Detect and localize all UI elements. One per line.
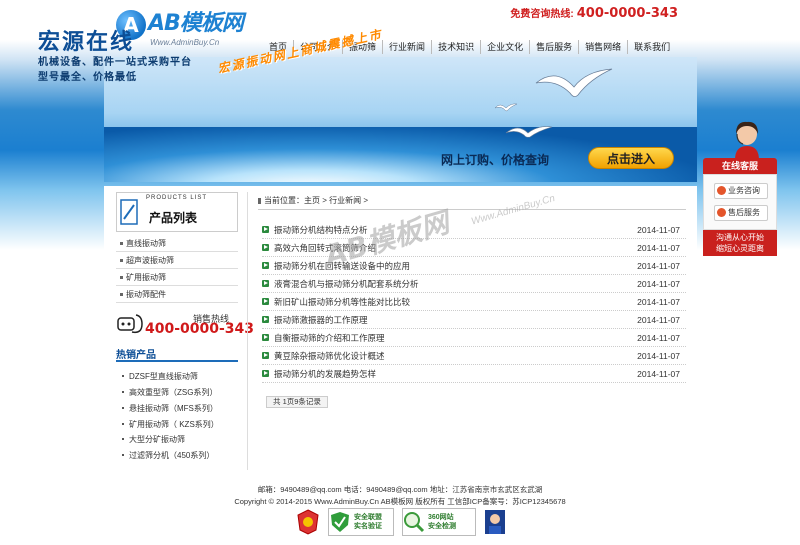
banner-enter-button[interactable]: 点击进入 <box>588 147 674 169</box>
banner-title: 宏源在线 <box>38 30 135 55</box>
hot-item[interactable]: 矿用振动筛（ KZS系列） <box>122 419 219 430</box>
article-date: 2014-11-07 <box>637 351 680 361</box>
arrow-bullet-icon <box>262 298 269 305</box>
products-list-en: PRODUCTS LIST <box>144 195 210 201</box>
list-item[interactable]: 新旧矿山振动筛分机等性能对比比较 2014-11-07 <box>262 293 686 311</box>
seagull-tiny-icon <box>494 103 518 112</box>
logo-text: AB模板网 <box>148 11 244 36</box>
article-date: 2014-11-07 <box>637 333 680 343</box>
products-list-title: 产品列表 <box>149 211 198 225</box>
sidebar-item-linear-screen[interactable]: 直线振动筛 <box>116 235 238 252</box>
article-date: 2014-11-07 <box>637 315 680 325</box>
article-date: 2014-11-07 <box>637 225 680 235</box>
hot-item[interactable]: 高效重型筛（ZSG系列） <box>122 387 217 398</box>
police-officer-icon[interactable] <box>482 508 508 536</box>
article-date: 2014-11-07 <box>637 297 680 307</box>
nav-tech[interactable]: 技术知识 <box>432 40 482 54</box>
sidebar-item-mining-screen[interactable]: 矿用振动筛 <box>116 269 238 286</box>
police-emblem-icon[interactable] <box>294 508 322 536</box>
service-consult-label: 业务咨询 <box>728 186 760 195</box>
nav-culture[interactable]: 企业文化 <box>481 40 531 54</box>
360-security-badge[interactable]: 360网站 安全检测 <box>402 508 476 536</box>
article-title[interactable]: 新旧矿山振动筛分机等性能对比比较 <box>274 293 410 311</box>
nav-sales-network[interactable]: 销售网络 <box>579 40 629 54</box>
arrow-bullet-icon <box>262 262 269 269</box>
360-badge-line1: 360网站 <box>428 514 454 521</box>
hot-item[interactable]: DZSF型直线振动筛 <box>122 371 198 382</box>
article-date: 2014-11-07 <box>637 261 680 271</box>
logo-domain: Www.AdminBuy.Cn <box>150 38 220 47</box>
hot-item[interactable]: 悬挂振动筛（MFS系列） <box>122 403 218 414</box>
products-list-icon <box>120 199 138 225</box>
safety-badge-line1: 安全联盟 <box>354 514 382 521</box>
list-item[interactable]: 振动筛激振器的工作原理 2014-11-07 <box>262 311 686 329</box>
nav-industry-news[interactable]: 行业新闻 <box>383 40 433 54</box>
service-footer-line2: 缩短心灵距离 <box>716 244 764 253</box>
service-footer-line1: 沟通从心开始 <box>716 233 764 242</box>
list-item[interactable]: 液膏混合机与振动筛分机配套系统分析 2014-11-07 <box>262 275 686 293</box>
phone-icon <box>117 314 143 334</box>
qq-icon <box>717 208 726 218</box>
service-consult-button[interactable]: 业务咨询 <box>714 183 768 199</box>
column-divider <box>247 192 248 470</box>
hot-item[interactable]: 大型分矿振动筛 <box>122 434 185 445</box>
arrow-bullet-icon <box>262 244 269 251</box>
sidebar-item-screen-parts[interactable]: 振动筛配件 <box>116 286 238 303</box>
shield-check-icon <box>331 512 349 532</box>
seagull-icon <box>535 68 613 97</box>
article-title[interactable]: 液膏混合机与振动筛分机配套系统分析 <box>274 275 419 293</box>
seagull-small-icon <box>505 126 553 138</box>
pagination-summary: 共 1页9条记录 <box>266 396 328 408</box>
service-aftersales-label: 售后服务 <box>728 208 760 217</box>
article-title[interactable]: 振动筛分机的发展趋势怎样 <box>274 365 376 383</box>
online-service-widget: 在线客服 业务咨询 售后服务 沟通从心开始 缩短心灵距离 <box>703 120 777 256</box>
article-title[interactable]: 振动筛激振器的工作原理 <box>274 311 368 329</box>
hot-item[interactable]: 过滤筛分机（450系列） <box>122 450 214 461</box>
site-logo[interactable]: A AB模板网 Www.AdminBuy.Cn <box>116 10 244 50</box>
header-hotline: 免费咨询热线: 400-0000-343 <box>510 5 678 21</box>
hot-products-title: 热销产品 <box>116 346 238 362</box>
arrow-bullet-icon <box>262 226 269 233</box>
service-body: 业务咨询 售后服务 <box>703 174 777 230</box>
nav-contact[interactable]: 联系我们 <box>628 40 676 54</box>
sales-hotline-number: 400-0000-343 <box>145 321 255 337</box>
safety-badge-line2: 实名验证 <box>354 523 382 530</box>
magnifier-icon <box>404 512 425 533</box>
footer-contact: 邮箱：9490489@qq.com 电话：9490489@qq.com 地址：江… <box>257 485 543 494</box>
footer-copyright: Copyright © 2014-2015 Www.AdminBuy.Cn AB… <box>234 497 566 506</box>
sidebar-item-ultrasonic-screen[interactable]: 超声波振动筛 <box>116 252 238 269</box>
banner-line1: 机械设备、配件一站式采购平台 <box>38 57 192 68</box>
article-date: 2014-11-07 <box>637 369 680 379</box>
qq-icon <box>717 186 726 196</box>
list-item[interactable]: 振动筛分机的发展趋势怎样 2014-11-07 <box>262 365 686 383</box>
arrow-bullet-icon <box>262 334 269 341</box>
360-badge-line2: 安全检测 <box>428 523 456 530</box>
service-aftersales-button[interactable]: 售后服务 <box>714 205 768 221</box>
service-agent-icon <box>735 121 759 160</box>
arrow-bullet-icon <box>262 370 269 377</box>
service-title: 在线客服 <box>703 158 777 174</box>
article-date: 2014-11-07 <box>637 279 680 289</box>
hotline-label: 免费咨询热线: <box>510 9 574 20</box>
arrow-bullet-icon <box>262 280 269 287</box>
hotline-number: 400-0000-343 <box>576 6 678 21</box>
article-title[interactable]: 黄豆除杂振动筛优化设计概述 <box>274 347 385 365</box>
list-item[interactable]: 黄豆除杂振动筛优化设计概述 2014-11-07 <box>262 347 686 365</box>
safety-verified-badge[interactable]: 安全联盟 实名验证 <box>328 508 394 536</box>
service-footer: 沟通从心开始 缩短心灵距离 <box>703 230 777 256</box>
list-item[interactable]: 自衡振动筛的介绍和工作原理 2014-11-07 <box>262 329 686 347</box>
article-title[interactable]: 自衡振动筛的介绍和工作原理 <box>274 329 385 347</box>
banner-line2: 型号最全、价格最低 <box>38 72 137 83</box>
list-item[interactable]: 振动筛分机在回转输送设备中的应用 2014-11-07 <box>262 257 686 275</box>
banner-order-text: 网上订购、价格查询 <box>441 153 550 167</box>
nav-after-sales[interactable]: 售后服务 <box>530 40 580 54</box>
arrow-bullet-icon <box>262 352 269 359</box>
article-date: 2014-11-07 <box>637 243 680 253</box>
arrow-bullet-icon <box>262 316 269 323</box>
